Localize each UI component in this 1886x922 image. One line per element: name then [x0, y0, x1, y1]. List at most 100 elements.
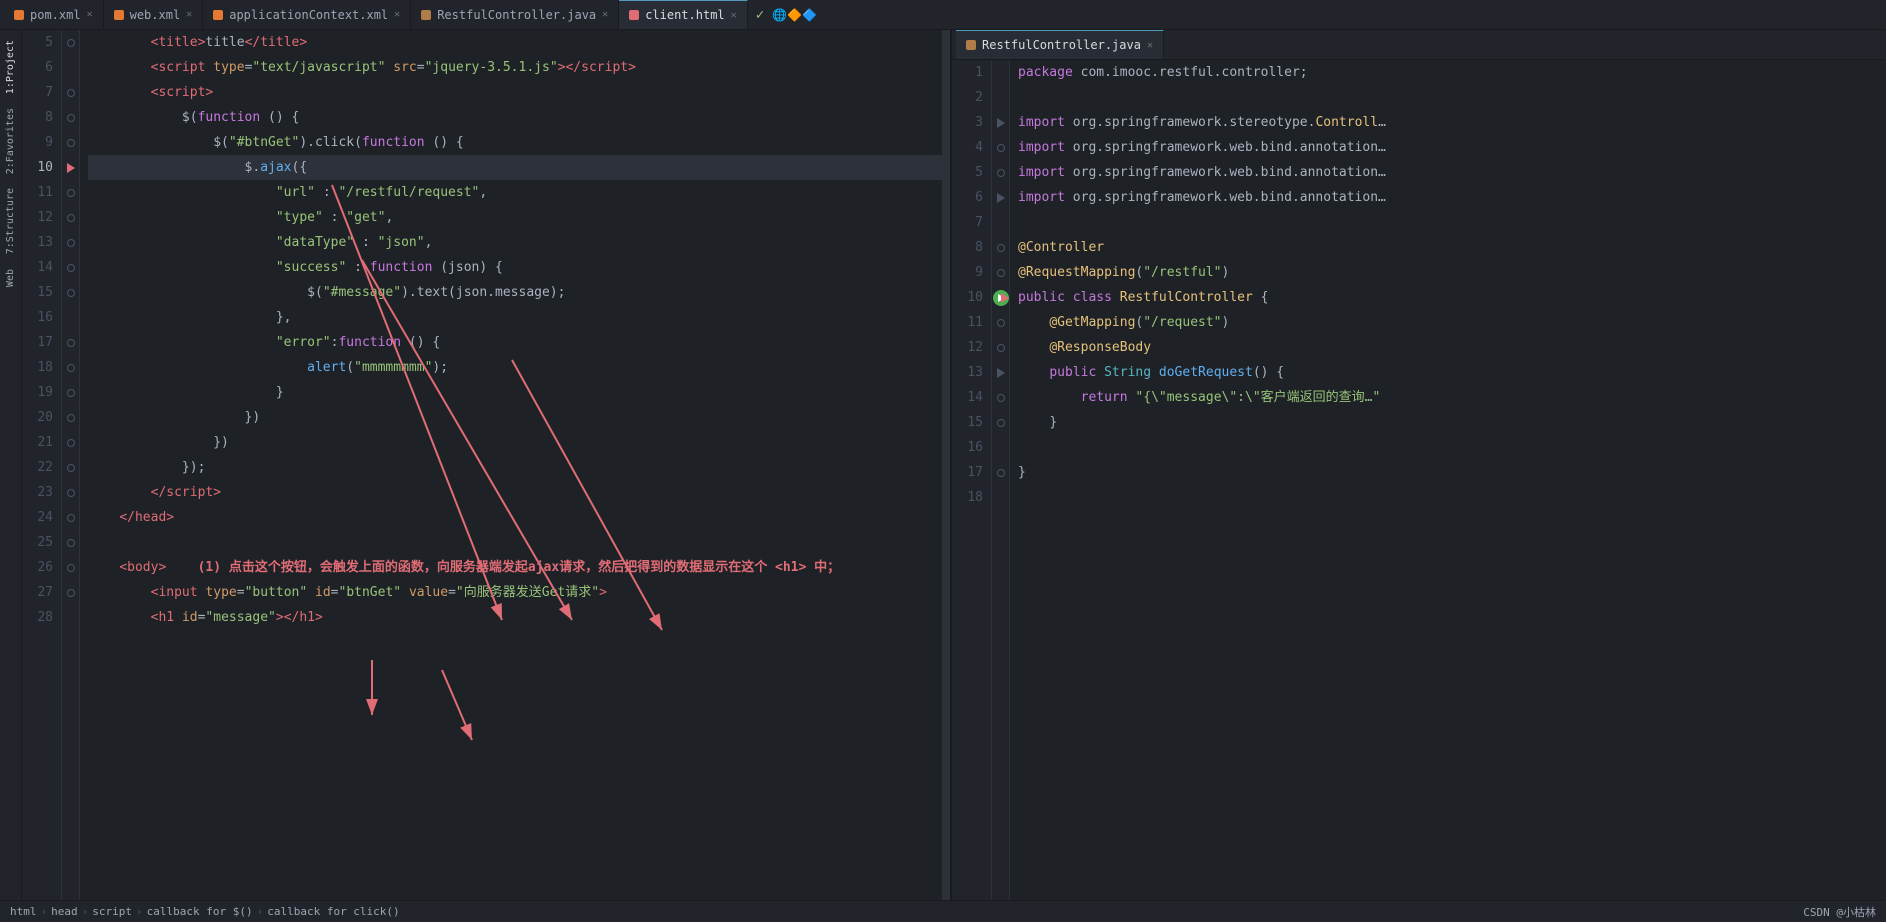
- ln-28: 28: [30, 605, 53, 630]
- close-icon[interactable]: ✕: [602, 9, 608, 20]
- ln-7: 7: [30, 80, 53, 105]
- close-icon[interactable]: ✕: [394, 9, 400, 20]
- tab-client[interactable]: client.html ✕: [619, 0, 748, 29]
- close-icon[interactable]: ✕: [1147, 40, 1153, 51]
- rln-10: 10: [960, 285, 983, 310]
- rcode-16: [1018, 435, 1886, 460]
- sidebar-item-favorites[interactable]: 2:Favorites: [3, 102, 18, 180]
- gutter-dot: [67, 339, 75, 347]
- gutter-dot: [997, 144, 1005, 152]
- gutter-dot: [67, 214, 75, 222]
- rln-9: 9: [960, 260, 983, 285]
- gutter-dot: [997, 344, 1005, 352]
- code-line-13: "dataType" : "json",: [88, 230, 942, 255]
- left-gutter: [62, 30, 80, 900]
- gutter-dot: [67, 264, 75, 272]
- left-code-area[interactable]: <title>title</title> <script type="text/…: [80, 30, 942, 900]
- xml-icon: [14, 10, 24, 20]
- sidebar-item-web[interactable]: Web: [3, 263, 18, 293]
- rcode-1: package com.imooc.restful.controller;: [1018, 60, 1886, 85]
- right-line-numbers: 1 2 3 4 5 6 7 8 9 10 11 12 13 14 15 16 1: [952, 60, 992, 900]
- ln-20: 20: [30, 405, 53, 430]
- main-layout: 1:Project 2:Favorites 7:Structure Web 5 …: [0, 30, 1886, 900]
- ln-15: 15: [30, 280, 53, 305]
- rcode-18: [1018, 485, 1886, 510]
- rcode-12: @ResponseBody: [1018, 335, 1886, 360]
- ln-22: 22: [30, 455, 53, 480]
- left-sidebar: 1:Project 2:Favorites 7:Structure Web: [0, 30, 22, 900]
- tab-restful[interactable]: RestfulController.java ✕: [411, 0, 619, 29]
- gutter-dot: [997, 394, 1005, 402]
- sidebar-item-structure[interactable]: 7:Structure: [3, 182, 18, 260]
- gutter-dot: [67, 139, 75, 147]
- rln-1: 1: [960, 60, 983, 85]
- code-line-17: "error":function () {: [88, 330, 942, 355]
- ln-16: 16: [30, 305, 53, 330]
- code-line-26: <input type="button" id="btnGet" value="…: [88, 580, 942, 605]
- gutter-arrow: [997, 193, 1005, 203]
- right-tab-bar: RestfulController.java ✕: [952, 30, 1886, 60]
- gutter-dot: [67, 389, 75, 397]
- xml-icon: [213, 10, 223, 20]
- tab-web[interactable]: web.xml ✕: [104, 0, 204, 29]
- scrollbar[interactable]: [942, 30, 950, 900]
- gutter-arrow: [1001, 293, 1009, 303]
- breadcrumb: html › head › script › callback for $() …: [10, 905, 400, 918]
- java-icon: [966, 40, 976, 50]
- gutter-dot: [67, 414, 75, 422]
- ln-27: 27: [30, 580, 53, 605]
- rcode-15: }: [1018, 410, 1886, 435]
- gutter-dot: [997, 419, 1005, 427]
- rcode-6: import org.springframework.web.bind.anno…: [1018, 185, 1886, 210]
- rln-14: 14: [960, 385, 983, 410]
- tab-pom[interactable]: pom.xml ✕: [4, 0, 104, 29]
- breadcrumb-script: script: [92, 905, 132, 918]
- rln-2: 2: [960, 85, 983, 110]
- code-line-5: <title>title</title>: [88, 30, 942, 55]
- right-code-area[interactable]: package com.imooc.restful.controller; im…: [1010, 60, 1886, 900]
- rcode-5: import org.springframework.web.bind.anno…: [1018, 160, 1886, 185]
- gutter-dot: [997, 169, 1005, 177]
- rln-12: 12: [960, 335, 983, 360]
- html-icon: [629, 10, 639, 20]
- gutter-dot: [67, 239, 75, 247]
- rcode-14: return "{\"message\":\"客户端返回的查询…": [1018, 385, 1886, 410]
- code-line-18: alert("mmmmmmmm");: [88, 355, 942, 380]
- close-icon[interactable]: ✕: [186, 9, 192, 20]
- rln-17: 17: [960, 460, 983, 485]
- breadcrumb-callback-dollar: callback for $(): [147, 905, 253, 918]
- ln-9: 9: [30, 130, 53, 155]
- rln-3: 3: [960, 110, 983, 135]
- tab-label: client.html: [645, 8, 724, 22]
- status-right-text: CSDN @小枯林: [1803, 904, 1876, 920]
- ln-11: 11: [30, 180, 53, 205]
- rln-15: 15: [960, 410, 983, 435]
- ln-21: 21: [30, 430, 53, 455]
- code-line-8: $(function () {: [88, 105, 942, 130]
- app-container: pom.xml ✕ web.xml ✕ applicationContext.x…: [0, 0, 1886, 900]
- close-icon[interactable]: ✕: [731, 10, 737, 21]
- ln-5: 5: [30, 30, 53, 55]
- tab-label: RestfulController.java: [437, 8, 596, 22]
- ln-19: 19: [30, 380, 53, 405]
- code-line-24: </head>: [88, 505, 942, 530]
- close-icon[interactable]: ✕: [87, 9, 93, 20]
- code-line-20: }): [88, 405, 942, 430]
- code-line-6: <script type="text/javascript" src="jque…: [88, 55, 942, 80]
- ln-26: 26: [30, 555, 53, 580]
- tab-restful-right[interactable]: RestfulController.java ✕: [956, 30, 1164, 59]
- rcode-8: @Controller: [1018, 235, 1886, 260]
- code-line-28: [88, 630, 942, 655]
- gutter-dot: [997, 469, 1005, 477]
- tab-appctx[interactable]: applicationContext.xml ✕: [203, 0, 411, 29]
- ln-13: 13: [30, 230, 53, 255]
- breadcrumb-callback-click: callback for click(): [267, 905, 399, 918]
- rln-6: 6: [960, 185, 983, 210]
- sidebar-item-project[interactable]: 1:Project: [3, 34, 18, 100]
- ln-12: 12: [30, 205, 53, 230]
- gutter-dot: [67, 514, 75, 522]
- ln-24: 24: [30, 505, 53, 530]
- rln-18: 18: [960, 485, 983, 510]
- gutter-dot: [67, 39, 75, 47]
- ln-14: 14: [30, 255, 53, 280]
